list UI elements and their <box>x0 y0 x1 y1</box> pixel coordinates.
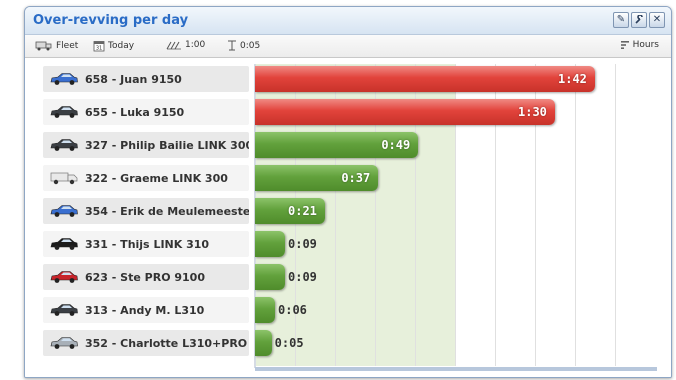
close-icon[interactable]: ✕ <box>649 12 665 28</box>
bar-value-label: 1:30 <box>518 105 547 119</box>
chart-gridline <box>615 64 616 366</box>
duration-label: 0:05 <box>240 40 261 51</box>
chart-gridline <box>575 64 576 366</box>
bar-value-label: 0:37 <box>341 171 371 185</box>
bar-value-label: 0:21 <box>288 204 317 218</box>
unit-label: Hours <box>632 40 659 50</box>
chart-bar[interactable] <box>255 231 285 257</box>
bar-value-label: 0:05 <box>274 336 304 350</box>
vehicle-name: 327 - Philip Bailie LINK 300 <box>85 138 249 152</box>
vehicle-row-label[interactable]: 322 - Graeme LINK 300 <box>43 165 249 191</box>
vehicle-name: 331 - Thijs LINK 310 <box>85 237 210 251</box>
car-icon <box>50 271 78 283</box>
widget-buttons: ✎ ✕ <box>613 12 665 28</box>
threshold-label: 1:00 <box>185 40 206 50</box>
date-label: Today <box>108 41 135 51</box>
car-icon <box>50 337 78 349</box>
edit-icon[interactable]: ✎ <box>613 12 629 28</box>
chart-bar[interactable] <box>255 99 555 125</box>
vehicle-row-label[interactable]: 655 - Luka 9150 <box>43 99 249 125</box>
settings-icon[interactable] <box>631 12 647 28</box>
vehicle-name: 658 - Juan 9150 <box>85 72 182 86</box>
list-icon <box>620 41 629 49</box>
car-icon <box>50 139 78 151</box>
car-icon <box>50 106 78 118</box>
vehicle-name: 354 - Erik de Meulemeester <box>85 204 249 218</box>
car-icon <box>50 73 78 85</box>
widget-panel: Over-revving per day ✎ ✕ Fleet 31 Today <box>24 6 672 378</box>
date-selector[interactable]: 31 Today <box>93 40 134 52</box>
duration-selector[interactable]: 0:05 <box>227 40 260 51</box>
bar-value-label: 0:09 <box>288 237 317 251</box>
chart-bar[interactable] <box>255 66 595 92</box>
vehicle-row-label[interactable]: 623 - Ste PRO 9100 <box>43 264 249 290</box>
chart-bottom-axis <box>255 367 657 371</box>
timer-icon <box>228 40 236 51</box>
chart-bar[interactable] <box>255 297 275 323</box>
vehicle-row-label[interactable]: 313 - Andy M. L310 <box>43 297 249 323</box>
over-revving-chart: 658 - Juan 9150 1:42 655 - Luka 9150 1:30 32… <box>25 58 671 377</box>
vehicle-row-label[interactable]: 352 - Charlotte L310+PRO <box>43 330 249 356</box>
truck-icon <box>50 172 78 185</box>
fleet-selector[interactable]: Fleet <box>35 40 78 51</box>
car-icon <box>50 205 78 217</box>
chart-bar[interactable] <box>255 330 272 356</box>
vehicle-name: 352 - Charlotte L310+PRO <box>85 336 248 350</box>
vehicle-row-label[interactable]: 327 - Philip Bailie LINK 300 <box>43 132 249 158</box>
car-icon <box>50 238 78 250</box>
rpm-icon <box>166 41 181 50</box>
widget-titlebar: Over-revving per day ✎ ✕ <box>25 7 671 35</box>
bar-value-label: 0:06 <box>278 303 307 317</box>
car-icon <box>50 304 78 316</box>
chart-bar[interactable] <box>255 264 285 290</box>
calendar-icon: 31 <box>93 41 105 52</box>
vehicle-name: 623 - Ste PRO 9100 <box>85 270 205 284</box>
unit-selector[interactable]: Hours <box>620 40 659 50</box>
truck-icon <box>35 41 52 51</box>
svg-text:31: 31 <box>96 46 102 52</box>
bar-value-label: 0:49 <box>381 138 411 152</box>
vehicle-name: 313 - Andy M. L310 <box>85 303 205 317</box>
vehicle-name: 322 - Graeme LINK 300 <box>85 171 228 185</box>
widget-title: Over-revving per day <box>33 13 189 28</box>
threshold-selector[interactable]: 1:00 <box>166 40 205 50</box>
fleet-label: Fleet <box>56 40 79 51</box>
bar-value-label: 0:09 <box>288 270 317 284</box>
vehicle-row-label[interactable]: 658 - Juan 9150 <box>43 66 249 92</box>
bar-value-label: 1:42 <box>558 72 587 86</box>
vehicle-name: 655 - Luka 9150 <box>85 105 185 119</box>
widget-toolbar: Fleet 31 Today 1:00 0:05 Hours <box>25 35 671 58</box>
vehicle-row-label[interactable]: 331 - Thijs LINK 310 <box>43 231 249 257</box>
vehicle-row-label[interactable]: 354 - Erik de Meulemeester <box>43 198 249 224</box>
